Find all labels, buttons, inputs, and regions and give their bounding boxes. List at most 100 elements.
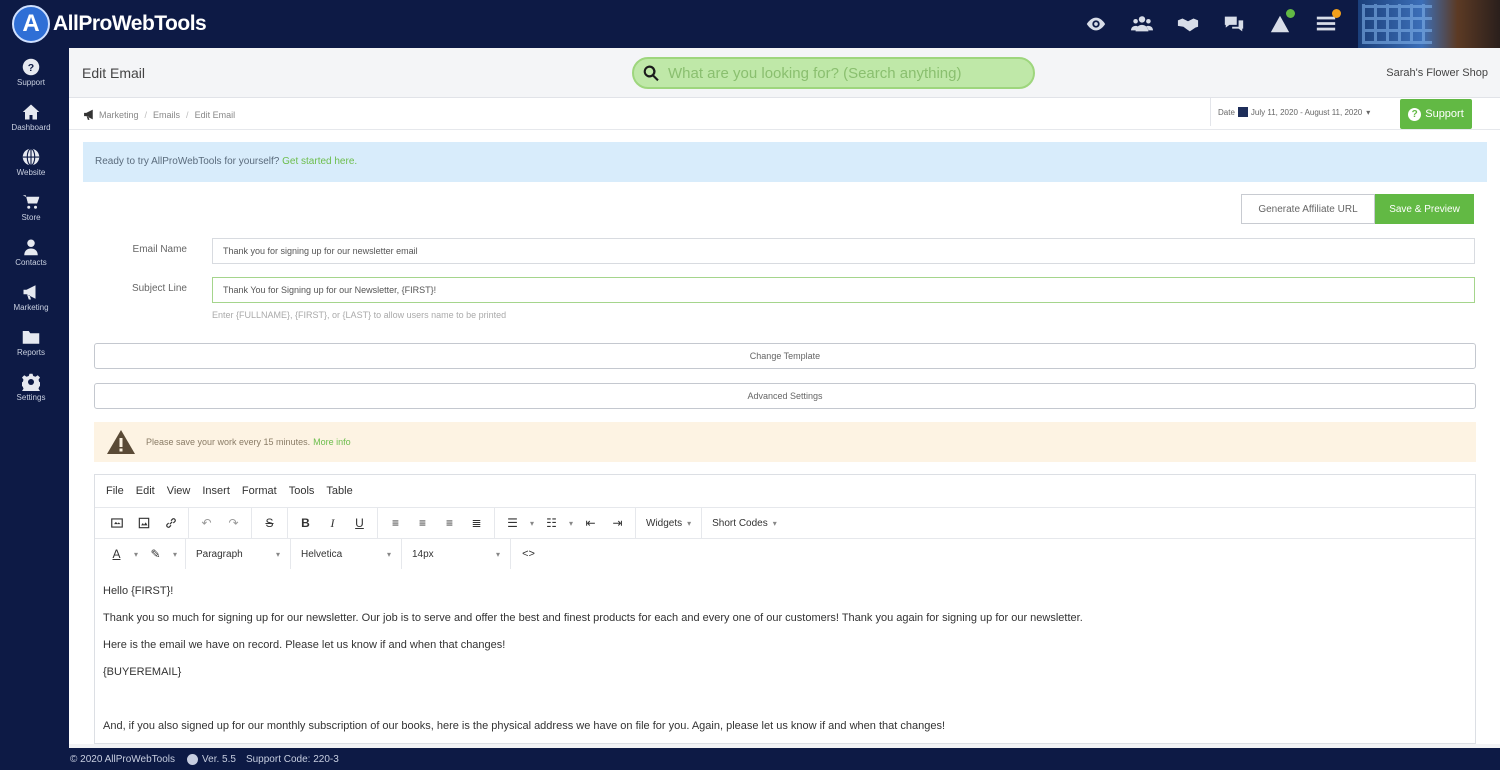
chevron-down-icon: ▾ — [1366, 107, 1371, 117]
sidebar-item-support[interactable]: ? Support — [0, 58, 62, 98]
breadcrumb-current: Edit Email — [194, 109, 236, 120]
gear-icon — [22, 373, 40, 391]
sidebar-item-website[interactable]: Website — [0, 148, 62, 188]
block-format-select[interactable]: Paragraph ▾ — [190, 539, 286, 569]
date-label: Date — [1218, 107, 1235, 117]
date-range-filter[interactable]: Date July 11, 2020 - August 11, 2020 ▾ — [1210, 98, 1392, 126]
editor-toolbar-row-2: A ▾ ✎ ▾ Paragraph ▾ Helvetica ▾ 14px ▾ <> — [95, 538, 1475, 569]
chevron-down-icon[interactable]: ▾ — [169, 543, 181, 565]
sidebar-item-marketing[interactable]: Marketing — [0, 283, 62, 323]
notification-badge — [1286, 9, 1295, 18]
search-input[interactable] — [668, 64, 1008, 82]
alerts-icon[interactable] — [1268, 9, 1295, 36]
notification-badge — [1332, 9, 1341, 18]
source-code-icon[interactable]: <> — [515, 543, 542, 565]
eye-icon[interactable] — [1084, 12, 1108, 36]
sidebar-item-dashboard[interactable]: Dashboard — [0, 103, 62, 143]
numbered-list-icon[interactable]: ☷ — [538, 512, 565, 534]
align-left-icon[interactable]: ≡ — [382, 512, 409, 534]
menu-format[interactable]: Format — [242, 485, 277, 497]
font-size-select[interactable]: 14px ▾ — [406, 539, 506, 569]
editor-toolbar-row-1: ↶ ↷ S B I U ≡ ≡ ≡ ≣ ☰ ▾ ☷ ▾ ⇤ ⇥ Widgets ▾… — [95, 507, 1475, 538]
sidebar-item-contacts[interactable]: Contacts — [0, 238, 62, 278]
generate-affiliate-url-button[interactable]: Generate Affiliate URL — [1241, 194, 1375, 224]
cart-icon — [22, 195, 40, 209]
menu-view[interactable]: View — [167, 485, 191, 497]
menu-tools[interactable]: Tools — [289, 485, 315, 497]
chevron-down-icon[interactable]: ▾ — [526, 512, 538, 534]
insert-image-icon[interactable] — [130, 512, 157, 534]
strikethrough-icon[interactable]: S — [256, 512, 283, 534]
copyright: © 2020 AllProWebTools — [70, 753, 176, 765]
sidebar-item-settings[interactable]: Settings — [0, 373, 62, 413]
widgets-dropdown[interactable]: Widgets ▾ — [640, 508, 697, 538]
block-format-value: Paragraph — [196, 548, 243, 560]
menu-insert[interactable]: Insert — [202, 485, 230, 497]
menu-table[interactable]: Table — [326, 485, 352, 497]
change-template-button[interactable]: Change Template — [94, 343, 1476, 369]
email-name-field[interactable]: Thank you for signing up for our newslet… — [212, 238, 1475, 264]
sidebar-item-store[interactable]: Store — [0, 193, 62, 233]
megaphone-icon — [84, 109, 93, 120]
subject-line-field[interactable]: Thank You for Signing up for our Newslet… — [212, 277, 1475, 303]
sidebar-item-label: Support — [16, 78, 46, 87]
shop-name[interactable]: Sarah's Flower Shop — [1386, 67, 1488, 79]
highlight-color-icon[interactable]: ✎ — [142, 543, 169, 565]
support-button[interactable]: ? Support — [1400, 99, 1472, 129]
content-line: {BUYEREMAIL} — [103, 666, 182, 678]
breadcrumb-row: Marketing / Emails / Edit Email Date Jul… — [69, 98, 1500, 130]
chevron-down-icon[interactable]: ▾ — [130, 543, 142, 565]
version: Ver. 5.5 — [187, 753, 236, 765]
megaphone-icon — [23, 285, 36, 300]
users-group-icon[interactable] — [1130, 12, 1154, 36]
chat-icon[interactable] — [1222, 12, 1246, 36]
align-center-icon[interactable]: ≡ — [409, 512, 436, 534]
align-justify-icon[interactable]: ≣ — [463, 512, 490, 534]
breadcrumb-emails[interactable]: Emails — [153, 110, 180, 120]
sidebar-item-label: Dashboard — [11, 123, 51, 132]
font-family-select[interactable]: Helvetica ▾ — [295, 539, 397, 569]
insert-media-icon[interactable] — [103, 512, 130, 534]
redo-icon[interactable]: ↷ — [220, 512, 247, 534]
sidebar-item-reports[interactable]: Reports — [0, 328, 62, 368]
menu-file[interactable]: File — [106, 485, 124, 497]
support-button-label: Support — [1425, 108, 1464, 120]
insert-link-icon[interactable] — [157, 512, 184, 534]
sidebar-item-label: Website — [16, 168, 46, 177]
undo-icon[interactable]: ↶ — [193, 512, 220, 534]
bold-icon[interactable]: B — [292, 512, 319, 534]
breadcrumb-marketing[interactable]: Marketing — [99, 110, 139, 120]
page-header: Edit Email Sarah's Flower Shop — [69, 48, 1500, 98]
short-codes-dropdown[interactable]: Short Codes ▾ — [706, 508, 783, 538]
save-preview-button[interactable]: Save & Preview — [1375, 194, 1474, 224]
bullet-list-icon[interactable]: ☰ — [499, 512, 526, 534]
text-color-icon[interactable]: A — [103, 543, 130, 565]
chevron-down-icon: ▾ — [275, 549, 280, 559]
indent-icon[interactable]: ⇥ — [604, 512, 631, 534]
more-info-link[interactable]: More info — [313, 437, 351, 447]
italic-icon[interactable]: I — [319, 512, 346, 534]
search-bar[interactable] — [632, 57, 1035, 89]
rich-text-editor: File Edit View Insert Format Tools Table… — [94, 474, 1476, 744]
menu-edit[interactable]: Edit — [136, 485, 155, 497]
editor-content[interactable]: Hello {FIRST}! Thank you so much for sig… — [95, 569, 1475, 749]
underline-icon[interactable]: U — [346, 512, 373, 534]
outdent-icon[interactable]: ⇤ — [577, 512, 604, 534]
tasks-icon[interactable] — [1314, 9, 1341, 36]
home-icon — [22, 104, 40, 120]
advanced-settings-button[interactable]: Advanced Settings — [94, 383, 1476, 409]
subject-line-label: Subject Line — [131, 283, 187, 294]
align-right-icon[interactable]: ≡ — [436, 512, 463, 534]
chevron-down-icon: ▾ — [772, 518, 777, 528]
widgets-label: Widgets — [646, 517, 683, 529]
chevron-down-icon[interactable]: ▾ — [565, 512, 577, 534]
get-started-link[interactable]: Get started here. — [282, 156, 357, 167]
info-icon — [187, 753, 199, 765]
font-size-value: 14px — [412, 548, 434, 560]
banner-text: Ready to try AllProWebTools for yourself… — [95, 156, 280, 167]
logo-icon: A — [12, 5, 50, 43]
app-logo[interactable]: A AllProWebTools — [12, 5, 207, 43]
handshake-icon[interactable] — [1176, 12, 1200, 36]
email-name-label: Email Name — [132, 244, 187, 255]
sidebar-item-label: Reports — [16, 348, 45, 357]
